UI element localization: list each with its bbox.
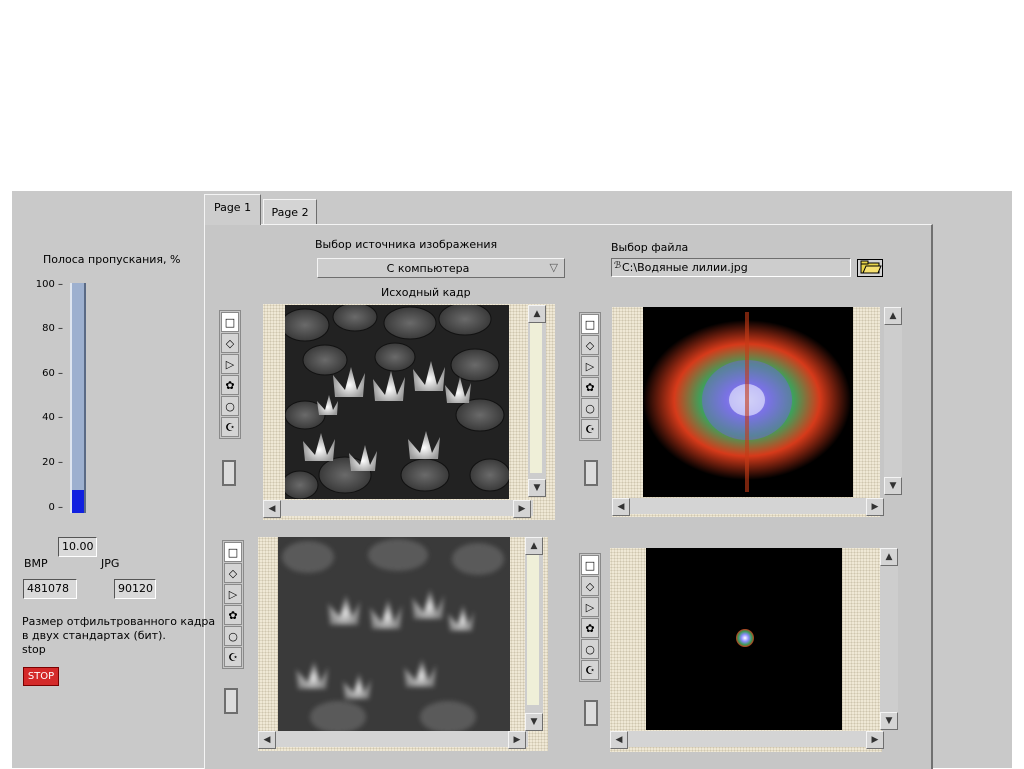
scroll-down-icon[interactable]: ▼ — [880, 712, 898, 730]
scroll-thumb[interactable] — [527, 555, 539, 705]
scale-tick: 40 – — [42, 412, 63, 423]
scale-tick: 0 – — [48, 502, 63, 513]
roi-tool-palette: □ ◇ ▷ ✿ ○ ☪ — [219, 310, 241, 439]
oval-tool-icon[interactable]: ○ — [581, 398, 599, 418]
scroll-up-icon[interactable]: ▲ — [884, 307, 902, 325]
scale-tick: 20 – — [42, 457, 63, 468]
scroll-right-icon[interactable]: ▶ — [866, 498, 884, 516]
palette-indicator — [584, 460, 598, 486]
filtered-image-vscroll[interactable]: ▲ ▼ — [525, 537, 543, 731]
roi-tool-palette: □ ◇ ▷ ✿ ○ ☪ — [222, 540, 244, 669]
roi-tool-palette: □ ◇ ▷ ✿ ○ ☪ — [579, 312, 601, 441]
scroll-left-icon[interactable]: ◀ — [610, 731, 628, 749]
tab-page-2[interactable]: Page 2 — [263, 199, 317, 226]
polygon-tool-icon[interactable]: ▷ — [581, 356, 599, 376]
file-path-value: C:\Водяные лилии.jpg — [622, 261, 748, 274]
rotated-rect-tool-icon[interactable]: ◇ — [224, 563, 242, 583]
dropdown-arrow-icon: ▽ — [549, 261, 558, 274]
rect-tool-icon[interactable]: □ — [224, 542, 242, 562]
freehand-tool-icon[interactable]: ✿ — [221, 375, 239, 395]
freehand-tool-icon[interactable]: ✿ — [581, 377, 599, 397]
scroll-down-icon[interactable]: ▼ — [528, 479, 546, 497]
annulus-tool-icon[interactable]: ☪ — [581, 660, 599, 680]
oval-tool-icon[interactable]: ○ — [221, 396, 239, 416]
original-image-vscroll[interactable]: ▲ ▼ — [528, 305, 546, 497]
polygon-tool-icon[interactable]: ▷ — [581, 597, 599, 617]
tab-page-1-label: Page 1 — [213, 201, 252, 214]
oval-tool-icon[interactable]: ○ — [581, 639, 599, 659]
file-label: Выбор файла — [611, 241, 689, 254]
filtered-water-lilies-image — [278, 537, 510, 731]
palette-indicator — [222, 460, 236, 486]
bmp-label: BMP — [24, 557, 48, 570]
stop-label: stop — [22, 643, 46, 656]
palette-indicator — [224, 688, 238, 714]
scroll-left-icon[interactable]: ◀ — [263, 500, 281, 518]
scroll-down-icon[interactable]: ▼ — [525, 713, 543, 731]
scroll-up-icon[interactable]: ▲ — [525, 537, 543, 555]
rect-tool-icon[interactable]: □ — [221, 312, 239, 332]
jpg-size-value: 90120 — [114, 579, 156, 599]
rect-tool-icon[interactable]: □ — [581, 314, 599, 334]
browse-button[interactable] — [857, 259, 883, 277]
annulus-tool-icon[interactable]: ☪ — [581, 419, 599, 439]
folder-open-icon — [860, 260, 882, 274]
scroll-thumb[interactable] — [530, 323, 542, 473]
freehand-tool-icon[interactable]: ✿ — [581, 618, 599, 638]
polygon-tool-icon[interactable]: ▷ — [224, 584, 242, 604]
filtered-spectrum-image — [646, 548, 842, 730]
scroll-up-icon[interactable]: ▲ — [528, 305, 546, 323]
spectrum-hscroll[interactable]: ◀ ▶ — [612, 498, 884, 516]
original-image-hscroll[interactable]: ◀ ▶ — [263, 500, 533, 518]
path-icon: ℬ — [614, 261, 622, 271]
jpg-label: JPG — [101, 557, 120, 570]
stop-button[interactable]: STOP — [23, 667, 59, 686]
source-dropdown[interactable]: С компьютера ▽ — [317, 258, 565, 278]
size-caption-line1: Размер отфильтрованного кадра — [22, 615, 216, 628]
scale-tick: 80 – — [42, 323, 63, 334]
scroll-right-icon[interactable]: ▶ — [866, 731, 884, 749]
bmp-size-value: 481078 — [23, 579, 77, 599]
roi-tool-palette: □ ◇ ▷ ✿ ○ ☪ — [579, 553, 601, 682]
spectrum-vscroll[interactable]: ▲ ▼ — [884, 307, 902, 495]
scroll-left-icon[interactable]: ◀ — [612, 498, 630, 516]
polygon-tool-icon[interactable]: ▷ — [221, 354, 239, 374]
size-caption-line2: в двух стандартах (бит). — [22, 629, 166, 642]
bandwidth-slider[interactable] — [70, 283, 86, 513]
bandwidth-slider-fill — [72, 490, 84, 513]
filtered-spectrum-hscroll[interactable]: ◀ ▶ — [610, 731, 884, 749]
original-frame-label: Исходный кадр — [381, 286, 471, 299]
scroll-right-icon[interactable]: ▶ — [508, 731, 526, 749]
bandwidth-value[interactable]: 10.00 — [58, 537, 97, 557]
freehand-tool-icon[interactable]: ✿ — [224, 605, 242, 625]
scroll-right-icon[interactable]: ▶ — [513, 500, 531, 518]
filtered-image-hscroll[interactable]: ◀ ▶ — [258, 731, 528, 749]
rotated-rect-tool-icon[interactable]: ◇ — [221, 333, 239, 353]
scale-tick: 100 – — [35, 279, 63, 290]
rotated-rect-tool-icon[interactable]: ◇ — [581, 576, 599, 596]
filtered-spectrum-vscroll[interactable]: ▲ ▼ — [880, 548, 898, 730]
bandwidth-label: Полоса пропускания, % — [43, 253, 181, 266]
spectrum-image — [643, 307, 853, 497]
palette-indicator — [584, 700, 598, 726]
source-label: Выбор источника изображения — [315, 238, 498, 251]
scroll-down-icon[interactable]: ▼ — [884, 477, 902, 495]
oval-tool-icon[interactable]: ○ — [224, 626, 242, 646]
rotated-rect-tool-icon[interactable]: ◇ — [581, 335, 599, 355]
scroll-up-icon[interactable]: ▲ — [880, 548, 898, 566]
annulus-tool-icon[interactable]: ☪ — [224, 647, 242, 667]
source-dropdown-value: С компьютера — [386, 262, 470, 275]
annulus-tool-icon[interactable]: ☪ — [221, 417, 239, 437]
original-water-lilies-image — [285, 305, 509, 499]
scroll-left-icon[interactable]: ◀ — [258, 731, 276, 749]
tab-page-2-label: Page 2 — [271, 206, 309, 219]
scale-tick: 60 – — [42, 368, 63, 379]
rect-tool-icon[interactable]: □ — [581, 555, 599, 575]
tab-page-1[interactable]: Page 1 — [204, 194, 261, 225]
file-path-input[interactable]: ℬ C:\Водяные лилии.jpg — [611, 258, 851, 277]
